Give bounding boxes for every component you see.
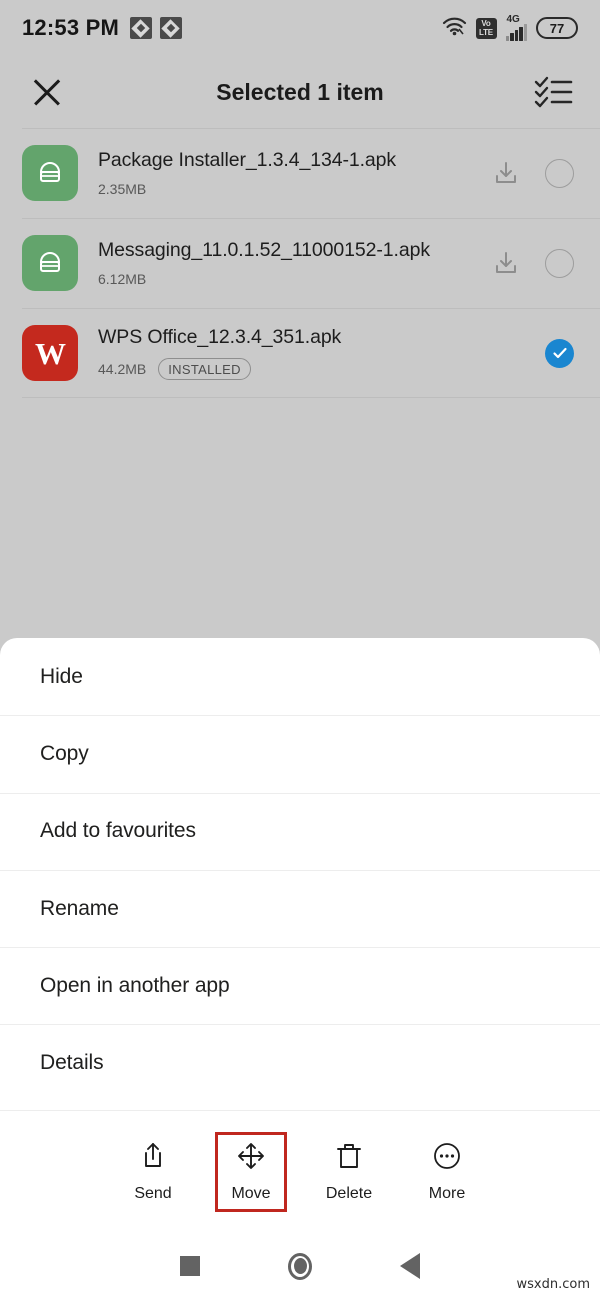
back-button[interactable] bbox=[355, 1232, 465, 1300]
move-button[interactable]: Move bbox=[215, 1131, 287, 1212]
app-notification-icon bbox=[159, 17, 182, 39]
close-icon[interactable] bbox=[26, 71, 68, 113]
more-label: More bbox=[428, 1184, 466, 1202]
file-name: WPS Office_12.3.4_351.apk bbox=[98, 326, 342, 348]
delete-label: Delete bbox=[325, 1184, 373, 1202]
row-actions bbox=[493, 158, 600, 188]
phone-screen: 12:53 PM Vo LTE 4G 77 Selected 1 item Pa… bbox=[0, 0, 600, 1300]
apk-icon bbox=[22, 145, 78, 201]
menu-item-add-to-favourites[interactable]: Add to favourites bbox=[0, 792, 600, 870]
menu-item-details[interactable]: Details bbox=[0, 1024, 600, 1101]
status-bar-time: 12:53 PM bbox=[22, 15, 119, 40]
row-checkbox[interactable] bbox=[545, 248, 574, 278]
watermark: wsxdn.com bbox=[516, 1277, 591, 1292]
file-size: 6.12MB bbox=[98, 271, 147, 287]
action-bar: Send Move Delete More bbox=[0, 1110, 600, 1232]
signal-bar bbox=[523, 24, 527, 41]
row-actions bbox=[493, 248, 600, 278]
file-subrow: 44.2MB INSTALLED bbox=[98, 358, 545, 380]
status-bar-indicators: Vo LTE 4G 77 bbox=[442, 14, 578, 41]
context-menu-sheet: Hide Copy Add to favourites Rename Open … bbox=[0, 638, 600, 1110]
recents-icon bbox=[180, 1256, 200, 1276]
status-bar: 12:53 PM Vo LTE 4G 77 bbox=[0, 0, 600, 56]
volte-icon: Vo LTE bbox=[475, 17, 497, 39]
delete-button[interactable]: Delete bbox=[313, 1132, 385, 1212]
page-title: Selected 1 item bbox=[216, 78, 384, 105]
more-button[interactable]: More bbox=[411, 1132, 483, 1212]
trash-icon bbox=[334, 1141, 364, 1176]
select-all-icon[interactable] bbox=[534, 74, 574, 110]
download-icon[interactable] bbox=[493, 250, 519, 276]
android-nav-bar: wsxdn.com bbox=[0, 1232, 600, 1300]
file-meta: Messaging_11.0.1.52_11000152-1.apk 6.12M… bbox=[98, 239, 493, 287]
battery-icon: 77 bbox=[536, 17, 578, 39]
status-bar-notification-icons bbox=[129, 17, 182, 39]
file-list: Package Installer_1.3.4_134-1.apk 2.35MB bbox=[0, 128, 600, 398]
row-actions bbox=[545, 338, 600, 368]
signal-bar bbox=[519, 27, 523, 41]
signal-strength-icon: 4G bbox=[505, 14, 527, 41]
row-checkbox[interactable] bbox=[545, 158, 574, 188]
signal-bar bbox=[510, 33, 514, 41]
wifi-icon bbox=[442, 16, 467, 41]
file-size: 44.2MB bbox=[98, 361, 147, 377]
menu-item-hide[interactable]: Hide bbox=[0, 638, 600, 715]
table-row[interactable]: Messaging_11.0.1.52_11000152-1.apk 6.12M… bbox=[0, 218, 600, 308]
table-row[interactable]: W WPS Office_12.3.4_351.apk 44.2MB INSTA… bbox=[0, 308, 600, 398]
menu-item-rename[interactable]: Rename bbox=[0, 869, 600, 947]
volte-line-2: LTE bbox=[479, 28, 493, 37]
file-name: Messaging_11.0.1.52_11000152-1.apk bbox=[98, 239, 430, 261]
volte-line-1: Vo bbox=[481, 19, 491, 28]
file-meta: Package Installer_1.3.4_134-1.apk 2.35MB bbox=[98, 149, 493, 197]
file-name: Package Installer_1.3.4_134-1.apk bbox=[98, 149, 397, 171]
file-subrow: 6.12MB bbox=[98, 271, 493, 287]
file-subrow: 2.35MB bbox=[98, 181, 493, 197]
apk-icon bbox=[22, 235, 78, 291]
menu-item-open-in-another-app[interactable]: Open in another app bbox=[0, 947, 600, 1024]
home-icon bbox=[288, 1252, 312, 1280]
status-badge: INSTALLED bbox=[158, 358, 251, 380]
move-icon bbox=[236, 1141, 266, 1176]
app-notification-icon bbox=[129, 17, 152, 39]
recents-button[interactable] bbox=[135, 1232, 245, 1300]
download-icon[interactable] bbox=[493, 160, 519, 186]
network-type-label: 4G bbox=[506, 14, 520, 25]
home-button[interactable] bbox=[245, 1232, 355, 1300]
share-icon bbox=[138, 1141, 168, 1176]
more-icon bbox=[432, 1141, 462, 1176]
file-meta: WPS Office_12.3.4_351.apk 44.2MB INSTALL… bbox=[98, 326, 545, 380]
send-label: Send bbox=[134, 1184, 172, 1202]
send-button[interactable]: Send bbox=[117, 1132, 189, 1212]
wps-office-icon: W bbox=[22, 325, 78, 381]
signal-bar bbox=[514, 30, 518, 41]
app-bar: Selected 1 item bbox=[0, 56, 600, 128]
file-size: 2.35MB bbox=[98, 181, 147, 197]
table-row[interactable]: Package Installer_1.3.4_134-1.apk 2.35MB bbox=[0, 128, 600, 218]
back-icon bbox=[400, 1253, 420, 1279]
wps-letter: W bbox=[35, 335, 66, 371]
signal-bar bbox=[505, 36, 509, 41]
move-label: Move bbox=[231, 1184, 271, 1202]
check-icon bbox=[552, 347, 567, 359]
menu-item-copy[interactable]: Copy bbox=[0, 715, 600, 792]
row-checkbox-selected[interactable] bbox=[545, 338, 574, 368]
